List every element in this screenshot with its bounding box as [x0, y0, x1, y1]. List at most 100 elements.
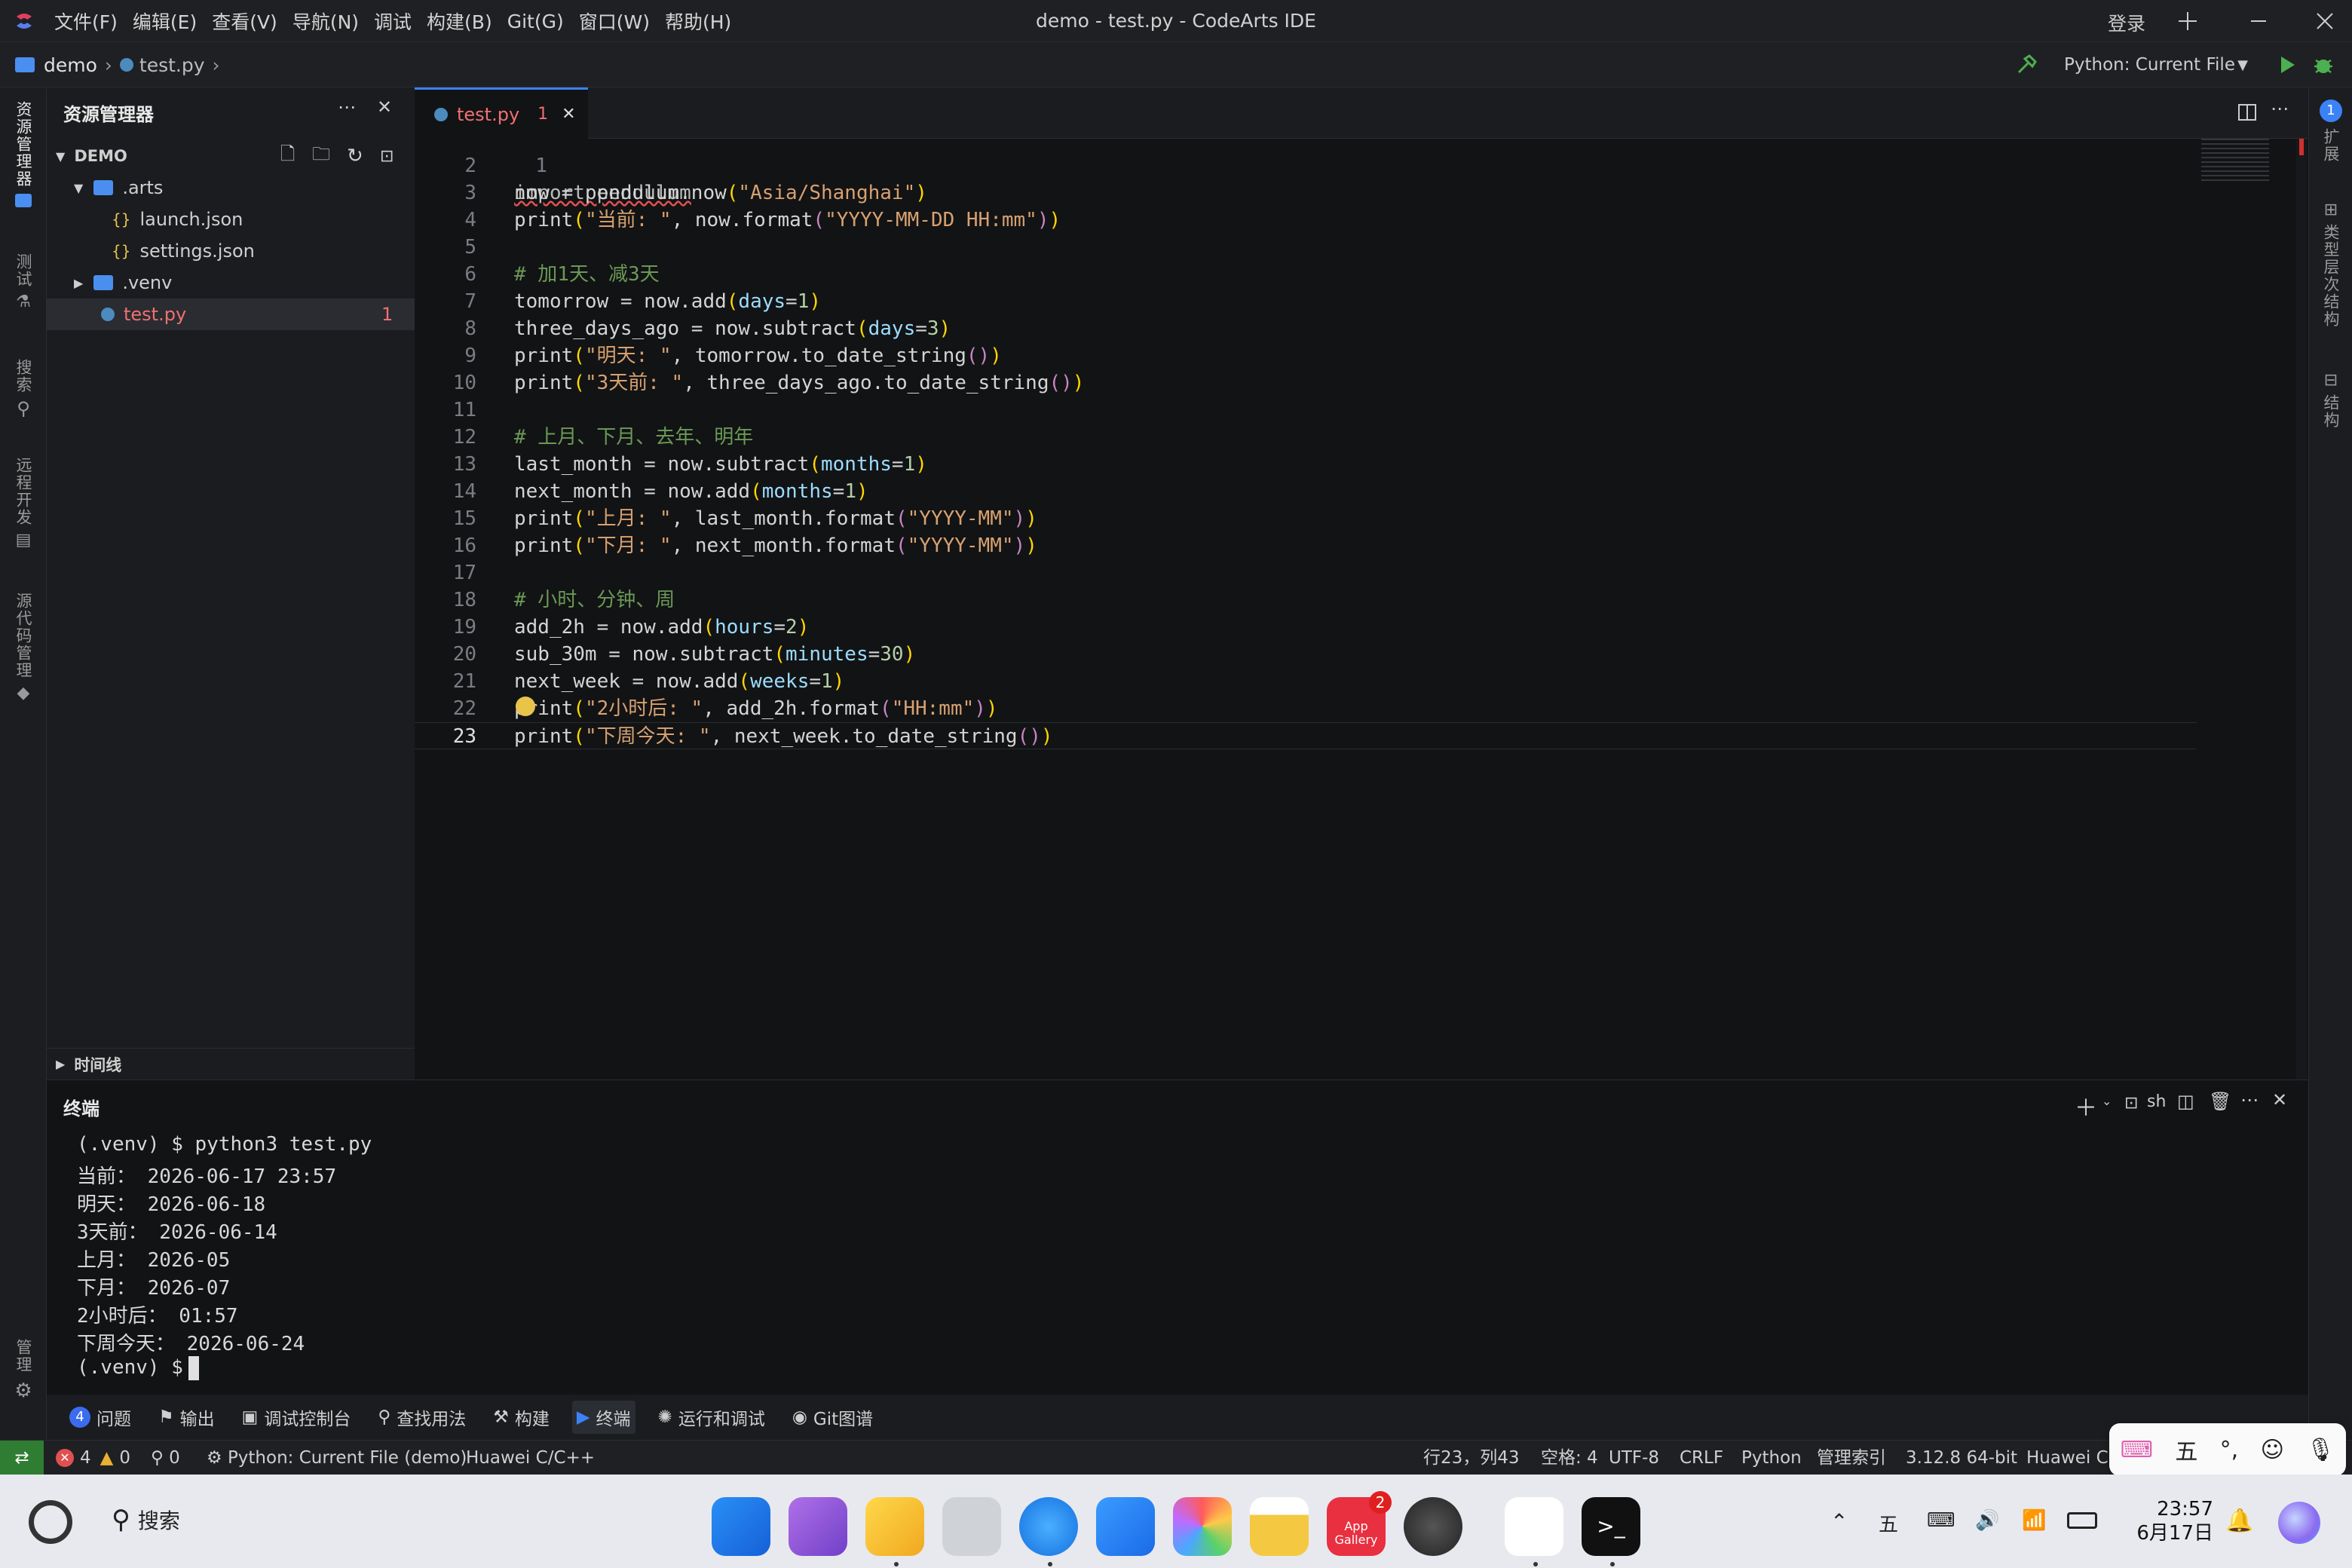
collapse-all-icon[interactable]: ⊡ — [380, 147, 394, 166]
rightbar-hierarchy[interactable]: ⊞ 类型层次结构 — [2309, 201, 2352, 328]
new-terminal-icon[interactable]: ＋ — [2075, 1089, 2097, 1122]
minimap[interactable] — [2201, 139, 2269, 184]
start-button-icon[interactable] — [29, 1500, 72, 1544]
microphone-icon[interactable]: 🎙 — [2306, 1437, 2335, 1463]
minimize-button[interactable] — [2246, 9, 2271, 33]
build-hammer-icon[interactable] — [2014, 53, 2038, 77]
keyboard-icon[interactable]: ⌨ — [1927, 1509, 1955, 1532]
assistant-icon[interactable] — [2278, 1502, 2320, 1544]
interpreter-version[interactable]: 3.12.8 64-bit — [1906, 1441, 2017, 1475]
terminal-shell-label[interactable]: sh — [2147, 1092, 2166, 1111]
problems-status[interactable]: ✕ 4 ▲ 0 — [56, 1441, 130, 1475]
split-terminal-icon[interactable]: ◫ — [2177, 1091, 2194, 1112]
tab-output[interactable]: ⚑ 输出 — [154, 1401, 219, 1434]
tree-item-test-py[interactable]: test.py 1 — [47, 299, 415, 330]
activity-scm[interactable]: 源代码管理 ◆ — [0, 593, 47, 703]
browser-icon[interactable] — [1019, 1497, 1078, 1556]
activity-remote[interactable]: 远程开发 ▤ — [0, 457, 47, 550]
close-icon[interactable]: ✕ — [562, 105, 575, 124]
notes-icon[interactable] — [1250, 1497, 1309, 1556]
split-editor-icon[interactable] — [2236, 101, 2259, 124]
rightbar-extensions[interactable]: 1 扩展 — [2309, 100, 2352, 163]
chevron-down-icon[interactable]: ⌄ — [2102, 1094, 2112, 1108]
tree-item-venv[interactable]: ▶ .venv — [47, 267, 415, 299]
run-icon[interactable] — [2275, 53, 2299, 77]
cpp-status[interactable]: Huawei C/C++ — [466, 1441, 595, 1475]
rightbar-structure[interactable]: ⊟ 结构 — [2309, 371, 2352, 429]
ports-status[interactable]: ⚲ 0 — [151, 1441, 180, 1475]
breadcrumb-file[interactable]: test.py — [139, 54, 205, 76]
line-ending[interactable]: CRLF — [1680, 1441, 1723, 1475]
tree-item-launch-json[interactable]: {} launch.json — [47, 204, 415, 235]
huawei-status[interactable]: Huawei C — [2026, 1441, 2109, 1475]
remote-indicator[interactable]: ⇄ — [0, 1441, 44, 1475]
wifi-icon[interactable]: 📶 — [2022, 1509, 2046, 1532]
timeline-section[interactable]: ▶ 时间线 — [47, 1048, 415, 1080]
tab-find-usages[interactable]: ⚲ 查找用法 — [373, 1401, 470, 1434]
indentation[interactable]: 空格: 4 — [1541, 1441, 1598, 1475]
debug-bug-icon[interactable] — [2310, 51, 2337, 78]
volume-icon[interactable]: 🔊 — [1975, 1509, 1999, 1532]
multitask-icon[interactable] — [789, 1497, 847, 1556]
terminal-output[interactable]: (.venv) $ python3 test.py 当前： 2026-06-17… — [47, 1133, 2308, 1389]
close-icon[interactable]: ✕ — [2272, 1089, 2287, 1110]
language-mode[interactable]: Python — [1741, 1441, 1802, 1475]
tree-item-settings-json[interactable]: {} settings.json — [47, 235, 415, 267]
layout-icon[interactable] — [2176, 9, 2200, 33]
terminal-line: 下周今天： 2026-06-24 — [77, 1333, 305, 1355]
new-file-icon[interactable]: 🗋 — [280, 141, 295, 172]
more-actions-icon[interactable]: ⋯ — [2271, 98, 2289, 119]
code-text: print("明天: ", tomorrow.to_date_string()) — [514, 345, 1002, 367]
gallery-icon[interactable] — [1173, 1497, 1232, 1556]
activity-search[interactable]: 搜索 ⚲ — [0, 359, 47, 419]
terminal-app-icon[interactable]: >_ — [1582, 1497, 1640, 1556]
tab-terminal[interactable]: ▶ 终端 — [571, 1401, 635, 1434]
tree-root-demo[interactable]: ▼ DEMO 🗋 🗀 ↻ ⊡ — [47, 140, 415, 172]
login-button[interactable]: 登录 — [2108, 9, 2145, 36]
activity-explorer[interactable]: 资源管理器 — [0, 101, 47, 207]
scrollbar[interactable] — [2296, 139, 2307, 1080]
emoji-icon[interactable]: ☺ — [2261, 1437, 2284, 1463]
ime-logo-icon[interactable]: ⌨ — [2121, 1437, 2153, 1463]
trash-icon[interactable]: 🗑 — [2209, 1091, 2231, 1112]
ime-mode[interactable]: 五 — [2175, 1433, 2197, 1466]
error-count: 4 — [80, 1448, 91, 1468]
tree-item-arts[interactable]: ▼ .arts — [47, 172, 415, 204]
codearts-ide-icon[interactable] — [1505, 1497, 1563, 1556]
lightbulb-icon[interactable] — [516, 697, 535, 716]
mail-icon[interactable] — [1096, 1497, 1155, 1556]
activity-manage[interactable]: 管理 ⚙ — [0, 1339, 47, 1402]
battery-icon[interactable] — [2067, 1512, 2097, 1529]
more-actions-icon[interactable]: ⋯ — [338, 96, 356, 118]
encoding[interactable]: UTF-8 — [1609, 1441, 1659, 1475]
search-icon: ⚲ — [112, 1505, 130, 1535]
tab-run-debug[interactable]: ✺ 运行和调试 — [654, 1401, 770, 1434]
clock[interactable]: 23:57 6月17日 — [2130, 1497, 2213, 1545]
more-actions-icon[interactable]: ⋯ — [2240, 1089, 2259, 1110]
restore-button[interactable] — [2313, 9, 2337, 33]
activity-test[interactable]: 测试 ⚗ — [0, 253, 47, 311]
tab-debug-console[interactable]: ▣ 调试控制台 — [237, 1401, 356, 1434]
code-editor[interactable]: 1 import pendulum 2 3 now = pendulum.now(… — [415, 139, 2308, 1080]
index-manager[interactable]: 管理索引 — [1817, 1441, 1886, 1475]
tray-expand-icon[interactable]: ⌃ — [1830, 1509, 1848, 1534]
tab-problems[interactable]: 4 问题 — [65, 1401, 136, 1434]
trash-app-icon[interactable] — [942, 1497, 1001, 1556]
settings-icon[interactable] — [1404, 1497, 1462, 1556]
ime-tray-icon[interactable]: 五 — [1879, 1509, 1898, 1537]
taskbar-search[interactable]: ⚲ 搜索 — [112, 1505, 180, 1535]
files-icon[interactable] — [865, 1497, 924, 1556]
tab-build[interactable]: ⚒ 构建 — [488, 1401, 554, 1434]
refresh-icon[interactable]: ↻ — [347, 145, 363, 167]
run-config-select[interactable]: Python: Current File ▼ — [2053, 50, 2259, 80]
line-number: 8 — [464, 317, 476, 340]
app-launcher-icon[interactable] — [712, 1497, 770, 1556]
tab-git-graph[interactable]: ◉ Git图谱 — [788, 1401, 877, 1434]
close-icon[interactable]: ✕ — [377, 96, 392, 118]
cursor-position[interactable]: 行23，列43 — [1423, 1441, 1520, 1475]
new-folder-icon[interactable]: 🗀 — [312, 141, 330, 172]
ime-punctuation[interactable]: °, — [2220, 1437, 2239, 1463]
bell-icon[interactable]: 🔔 — [2225, 1508, 2253, 1534]
breadcrumb-project[interactable]: demo — [44, 54, 97, 76]
run-config-status[interactable]: ⚙ Python: Current File (demo) — [207, 1441, 467, 1475]
